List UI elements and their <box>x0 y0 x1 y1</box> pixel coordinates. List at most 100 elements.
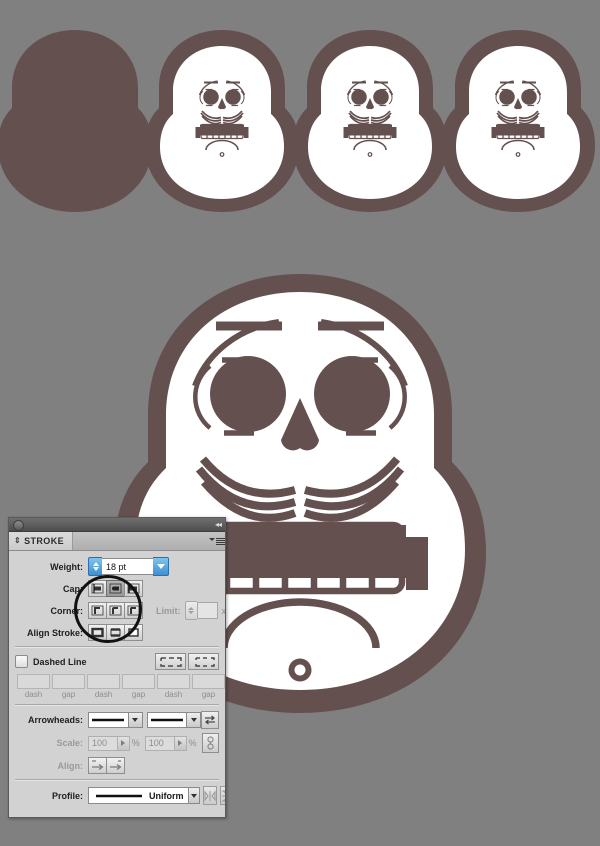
weight-input[interactable]: 18 pt <box>102 558 153 575</box>
dash-input-2[interactable] <box>87 674 120 689</box>
panel-title-bar[interactable]: ◂◂ <box>9 518 225 532</box>
divider-1 <box>15 646 219 648</box>
adjust-dashes-to-corners-icon[interactable] <box>188 653 219 670</box>
double-chevron-left-icon[interactable]: ◂◂ <box>215 519 222 530</box>
profile-label: Profile: <box>51 790 83 801</box>
panel-tab-bar[interactable]: ⇕ STROKE <box>9 532 225 551</box>
round-join-button[interactable] <box>106 602 125 619</box>
dash-input-0[interactable] <box>17 674 50 689</box>
dashed-line-checkbox[interactable] <box>15 655 28 668</box>
arrowhead-end-select[interactable] <box>146 712 202 728</box>
bevel-join-button[interactable] <box>124 602 143 619</box>
limit-label: Limit: <box>156 605 181 616</box>
arrowheads-row: Arrowheads: <box>15 711 219 729</box>
dash-input-3[interactable] <box>122 674 155 689</box>
arrowheads-label: Arrowheads: <box>27 715 83 725</box>
align-outside-button[interactable] <box>124 624 143 641</box>
link-scale-icon[interactable] <box>201 733 219 753</box>
preserve-exact-dash-icon[interactable] <box>155 653 186 670</box>
dash-field-2[interactable]: dash <box>87 674 120 699</box>
corner-label: Corner: <box>50 605 83 616</box>
profile-preview-icon <box>95 791 143 801</box>
skull-variant-3 <box>441 30 595 212</box>
scale-start-flyout[interactable] <box>117 735 130 751</box>
arrowhead-align-row: Align: <box>15 757 219 774</box>
scale-end-input[interactable]: 100 <box>144 735 174 751</box>
align-stroke-label: Align Stroke: <box>26 627 83 638</box>
arrowhead-start-preview-icon <box>89 717 128 723</box>
miter-join-button[interactable] <box>88 602 107 619</box>
profile-select[interactable]: Uniform <box>88 787 200 804</box>
scale-end-unit: % <box>188 738 197 748</box>
tab-bar-empty-area <box>73 532 225 550</box>
skull-variant-2 <box>293 30 447 212</box>
limit-stepper[interactable] <box>184 601 197 620</box>
dash-caption-3: gap <box>131 690 146 699</box>
stroke-panel-body: Weight: 18 pt Cap: Corner: Limit: x Alig… <box>9 551 225 805</box>
profile-value: Uniform <box>149 790 184 801</box>
weight-row: Weight: 18 pt <box>15 557 219 576</box>
flip-along-icon[interactable] <box>220 786 225 805</box>
scale-end-flyout[interactable] <box>173 735 187 751</box>
arrowhead-scale-row: Scale: 100 % 100 % <box>15 733 219 753</box>
stroke-panel[interactable]: ◂◂ ⇕ STROKE Weight: 18 pt Cap: Corner: L… <box>8 517 226 818</box>
scale-start-input[interactable]: 100 <box>88 735 118 751</box>
cap-row: Cap: <box>15 580 219 597</box>
dash-input-5[interactable] <box>192 674 225 689</box>
arrowhead-align-label: Align: <box>57 760 84 771</box>
dash-field-4[interactable]: dash <box>157 674 190 699</box>
place-arrowtip-at-end-button[interactable] <box>106 757 125 774</box>
skull-variant-1 <box>145 30 299 212</box>
round-cap-button[interactable] <box>106 580 125 597</box>
dash-alignment-buttons[interactable] <box>153 653 219 670</box>
limit-unit: x <box>221 605 226 616</box>
dash-field-0[interactable]: dash <box>17 674 50 699</box>
scale-label: Scale: <box>56 738 83 748</box>
miter-limit-group: Limit: x <box>156 601 226 620</box>
dash-caption-4: dash <box>164 690 183 699</box>
divider-2 <box>15 704 219 706</box>
align-center-button[interactable] <box>88 624 107 641</box>
skull-silhouette-no-stroke <box>0 30 152 212</box>
tab-grip-icon: ⇕ <box>14 536 22 545</box>
arrowhead-align-button-group[interactable] <box>88 757 125 774</box>
dash-gap-fields: dash gap dash gap dash gap <box>17 674 225 699</box>
dash-field-5[interactable]: gap <box>192 674 225 699</box>
arrowhead-end-dropdown[interactable] <box>186 713 201 727</box>
align-inside-button[interactable] <box>106 624 125 641</box>
extend-arrowtip-beyond-end-button[interactable] <box>88 757 107 774</box>
scale-start-unit: % <box>131 738 140 748</box>
panel-menu-icon[interactable] <box>209 536 225 546</box>
weight-label: Weight: <box>50 561 83 572</box>
corner-button-group[interactable] <box>88 602 143 619</box>
dash-field-3[interactable]: gap <box>122 674 155 699</box>
cap-button-group[interactable] <box>88 580 143 597</box>
weight-dropdown-button[interactable] <box>153 557 169 576</box>
divider-3 <box>15 779 219 781</box>
flip-across-icon[interactable] <box>203 786 217 805</box>
swap-arrowheads-icon[interactable] <box>201 711 219 729</box>
weight-stepper[interactable] <box>88 557 102 576</box>
arrowhead-start-dropdown[interactable] <box>127 713 142 727</box>
dash-caption-2: dash <box>94 690 113 699</box>
align-stroke-row: Align Stroke: <box>15 624 219 641</box>
align-stroke-button-group[interactable] <box>88 624 143 641</box>
dash-caption-1: gap <box>61 690 76 699</box>
dash-input-1[interactable] <box>52 674 85 689</box>
dash-caption-5: gap <box>201 690 216 699</box>
panel-drag-knob[interactable] <box>13 520 24 531</box>
arrowhead-end-preview-icon <box>148 717 187 723</box>
dash-field-1[interactable]: gap <box>52 674 85 699</box>
tab-stroke[interactable]: ⇕ STROKE <box>9 532 74 550</box>
butt-cap-button[interactable] <box>88 580 107 597</box>
dashed-line-row: Dashed Line <box>15 653 219 670</box>
limit-input[interactable] <box>196 602 218 619</box>
arrowhead-start-select[interactable] <box>88 712 143 728</box>
dashed-line-label: Dashed Line <box>33 656 87 667</box>
profile-row: Profile: Uniform <box>15 786 225 805</box>
dash-input-4[interactable] <box>157 674 190 689</box>
cap-label: Cap: <box>63 583 83 594</box>
panel-title: STROKE <box>24 536 65 546</box>
profile-dropdown[interactable] <box>187 788 199 803</box>
projecting-cap-button[interactable] <box>124 580 143 597</box>
